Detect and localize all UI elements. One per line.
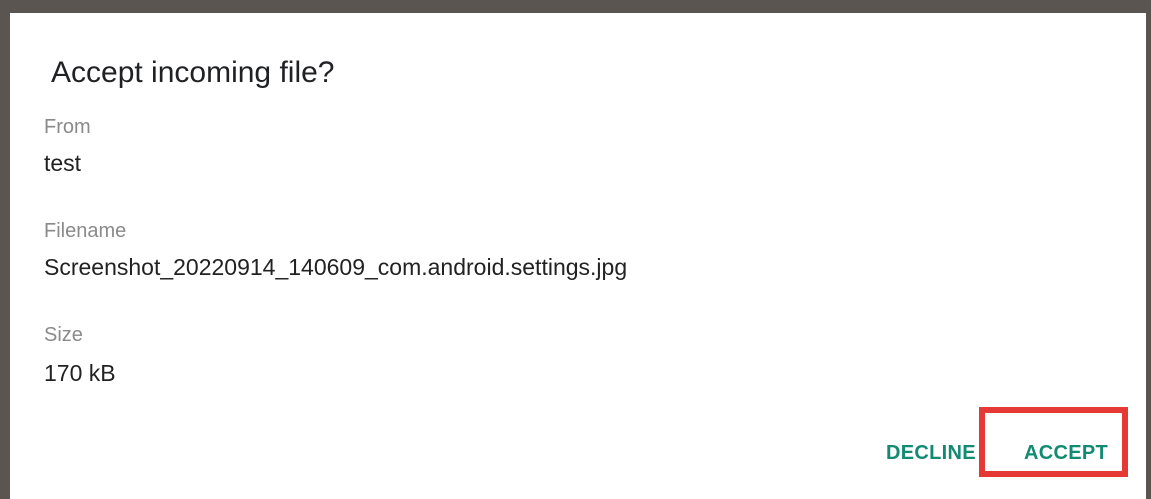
from-value: test (44, 150, 82, 176)
dialog-title: Accept incoming file? (51, 56, 335, 89)
from-label: From (44, 116, 91, 138)
accept-button[interactable]: ACCEPT (1024, 441, 1108, 465)
size-value: 170 kB (44, 360, 116, 386)
decline-button[interactable]: DECLINE (886, 441, 976, 465)
size-label: Size (44, 324, 83, 346)
filename-value: Screenshot_20220914_140609_com.android.s… (44, 254, 628, 280)
incoming-file-dialog: Accept incoming file? From test Filename… (10, 13, 1146, 499)
filename-label: Filename (44, 220, 127, 242)
